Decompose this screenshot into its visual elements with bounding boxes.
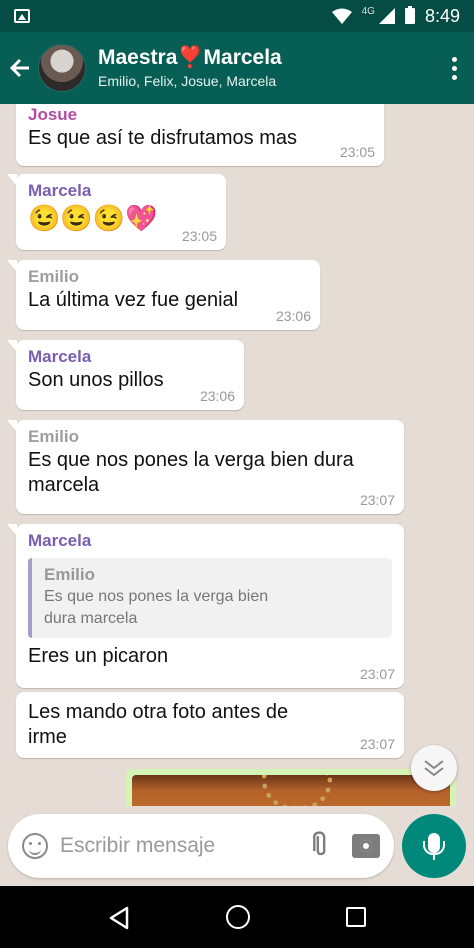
header-info[interactable]: Maestra❣️Marcela Emilio, Felix, Josue, M… — [98, 45, 282, 91]
chat-header: Maestra❣️Marcela Emilio, Felix, Josue, M… — [0, 32, 474, 104]
message-time: 23:07 — [359, 736, 395, 752]
group-avatar[interactable] — [38, 44, 86, 92]
image-message[interactable] — [126, 769, 456, 806]
quoted-message[interactable]: Emilio Es que nos pones la verga bien du… — [28, 558, 392, 638]
message-bubble[interactable]: Josue Es que así te disfrutamos mas 23:0… — [16, 104, 384, 166]
message-sender: Marcela — [28, 347, 92, 366]
message-text: La última vez fue genial — [28, 289, 239, 311]
message-time: 23:06 — [275, 308, 311, 324]
message-time: 23:07 — [359, 666, 395, 682]
status-bar: 4G 8:49 — [0, 0, 474, 32]
gallery-notification-icon — [14, 9, 30, 23]
message-text: Es que nos pones la verga bien dura marc… — [28, 449, 354, 496]
message-input[interactable]: Escribir mensaje — [8, 814, 394, 878]
message-sender: Josue — [28, 105, 78, 124]
mic-button[interactable] — [402, 814, 466, 878]
more-vert-icon[interactable] — [434, 56, 474, 80]
composer: Escribir mensaje — [0, 806, 474, 886]
message-placeholder[interactable]: Escribir mensaje — [60, 834, 308, 858]
quoted-sender: Emilio — [44, 565, 96, 584]
message-bubble[interactable]: Emilio Es que nos pones la verga bien du… — [7, 420, 404, 514]
battery-icon — [404, 6, 415, 24]
nav-back-icon[interactable] — [108, 906, 130, 930]
message-sender: Emilio — [28, 267, 80, 286]
mic-icon — [423, 833, 445, 860]
clock: 8:49 — [424, 5, 460, 26]
signal-icon — [378, 8, 395, 24]
group-title: Maestra❣️Marcela — [98, 46, 282, 69]
nav-home-icon[interactable] — [226, 905, 250, 929]
emoji-icon[interactable] — [22, 833, 48, 859]
message-sender: Marcela — [28, 181, 92, 200]
chevron-down-icon[interactable] — [411, 745, 457, 791]
wifi-icon — [331, 8, 352, 24]
message-time: 23:05 — [339, 144, 375, 160]
photo-thumbnail[interactable] — [132, 775, 450, 806]
message-bubble[interactable]: Marcela Emilio Es que nos pones la verga… — [7, 524, 404, 688]
message-sender: Marcela — [28, 531, 92, 550]
quoted-text: Es que nos pones la verga bien dura marc… — [44, 588, 269, 627]
nav-recents-icon[interactable] — [346, 907, 366, 927]
message-sender: Emilio — [28, 427, 80, 446]
arrow-left-icon[interactable] — [0, 32, 40, 104]
message-time: 23:07 — [359, 492, 395, 508]
message-bubble[interactable]: Marcela 😉😉😉💖 23:05 — [7, 174, 226, 250]
paperclip-icon[interactable] — [300, 825, 342, 867]
message-bubble[interactable]: Marcela Son unos pillos 23:06 — [7, 340, 244, 410]
message-text: Eres un picaron — [28, 645, 169, 667]
system-nav-bar — [0, 886, 474, 948]
message-text: Les mando otra foto antes de irme — [28, 701, 289, 748]
network-type-label: 4G — [361, 5, 375, 17]
message-bubble[interactable]: Emilio La última vez fue genial 23:06 — [7, 260, 320, 330]
message-time: 23:05 — [181, 228, 217, 244]
camera-icon[interactable] — [352, 834, 380, 858]
message-time: 23:06 — [199, 388, 235, 404]
message-text: Es que así te disfrutamos mas — [28, 127, 298, 149]
message-list[interactable]: Josue Es que así te disfrutamos mas 23:0… — [0, 104, 474, 806]
message-bubble[interactable]: Les mando otra foto antes de irme 23:07 — [16, 692, 404, 758]
group-members: Emilio, Felix, Josue, Marcela — [98, 73, 277, 89]
